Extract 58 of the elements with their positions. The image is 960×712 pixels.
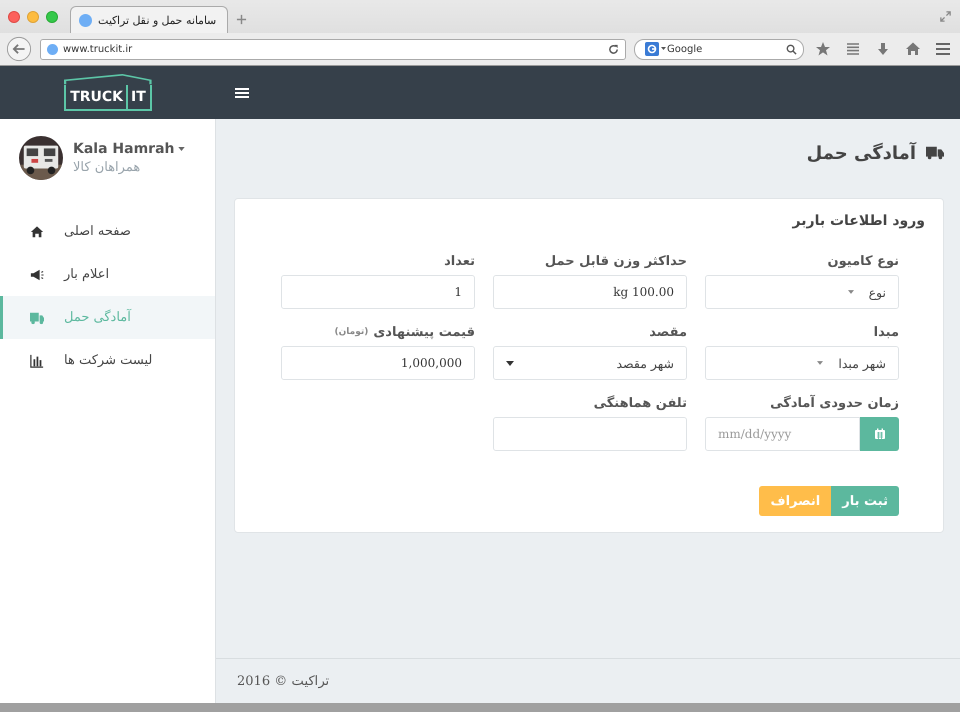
- user-name[interactable]: Kala Hamrah: [73, 141, 174, 157]
- copyright-text: تراکیت © 2016: [237, 673, 330, 689]
- field-label: حداکثر وزن قابل حمل: [544, 254, 687, 268]
- sidebar-item[interactable]: لیست شرکت ها: [0, 339, 215, 382]
- home-icon: [30, 224, 44, 238]
- input-field[interactable]: kg 100.00: [493, 275, 687, 309]
- form-title: ورود اطلاعات باربر: [790, 213, 925, 229]
- bar-chart-icon: [30, 354, 44, 368]
- search-icon[interactable]: [786, 44, 797, 54]
- input-field[interactable]: [493, 417, 687, 451]
- caret-icon: [506, 360, 514, 366]
- date-field[interactable]: mm/dd/yyyy: [705, 417, 860, 451]
- calendar-button[interactable]: [860, 417, 899, 451]
- calendar-icon: [874, 428, 886, 440]
- caret-icon[interactable]: [178, 147, 184, 151]
- field-label: زمان حدودی آمادگی: [770, 396, 899, 410]
- select-field[interactable]: نوع: [705, 275, 899, 309]
- field-label: تلفن هماهنگی: [594, 396, 687, 410]
- sidebar-item[interactable]: صفحه اصلی: [0, 210, 215, 253]
- field-label: مبدا: [874, 324, 899, 340]
- bookmark-star-icon[interactable]: [815, 41, 831, 57]
- address-bar[interactable]: www.truckit.ir: [40, 38, 626, 60]
- page-title: آمادگی حمل: [806, 142, 916, 164]
- sidebar-item[interactable]: اعلام بار: [0, 253, 215, 296]
- browser-tab[interactable]: سامانه حمل و نقل تراکیت: [70, 6, 228, 33]
- close-window-icon[interactable]: [8, 10, 20, 22]
- company-name: همراهان کالا: [73, 160, 142, 175]
- input-field[interactable]: 1,000,000: [281, 346, 475, 380]
- logo-roof-icon: [64, 74, 152, 85]
- fullscreen-icon[interactable]: [939, 10, 952, 23]
- favicon-icon: [47, 44, 58, 54]
- tab-title: سامانه حمل و نقل تراکیت: [98, 14, 216, 26]
- new-tab-icon[interactable]: [236, 14, 247, 25]
- truck-icon: [926, 146, 944, 160]
- field-label: نوع کامیون: [828, 254, 899, 268]
- bookmarks-list-icon[interactable]: [845, 41, 861, 57]
- unit-note: (تومان): [334, 327, 368, 337]
- home-icon[interactable]: [905, 41, 921, 57]
- search-bar[interactable]: Google: [634, 38, 804, 60]
- menu-icon[interactable]: [935, 41, 951, 57]
- select-field[interactable]: شهر مقصد: [493, 346, 687, 380]
- caret-icon: [817, 361, 824, 365]
- caret-icon: [848, 290, 854, 294]
- reload-icon[interactable]: [608, 44, 619, 54]
- megaphone-icon: [30, 268, 44, 282]
- download-icon[interactable]: [875, 41, 891, 57]
- field-label: قیمت پیشنهادی: [373, 324, 475, 340]
- url-text: www.truckit.ir: [63, 44, 134, 54]
- zoom-window-icon[interactable]: [46, 10, 58, 22]
- select-field[interactable]: شهر مبدا: [705, 346, 899, 380]
- field-label: تعداد: [444, 254, 475, 268]
- input-field[interactable]: 1: [281, 275, 475, 309]
- back-button[interactable]: [6, 36, 32, 62]
- search-placeholder: Google: [667, 44, 704, 54]
- menu-icon[interactable]: [235, 86, 249, 98]
- favicon-icon: [79, 14, 92, 26]
- field-label: مقصد: [649, 324, 687, 340]
- truck-icon: [30, 310, 44, 324]
